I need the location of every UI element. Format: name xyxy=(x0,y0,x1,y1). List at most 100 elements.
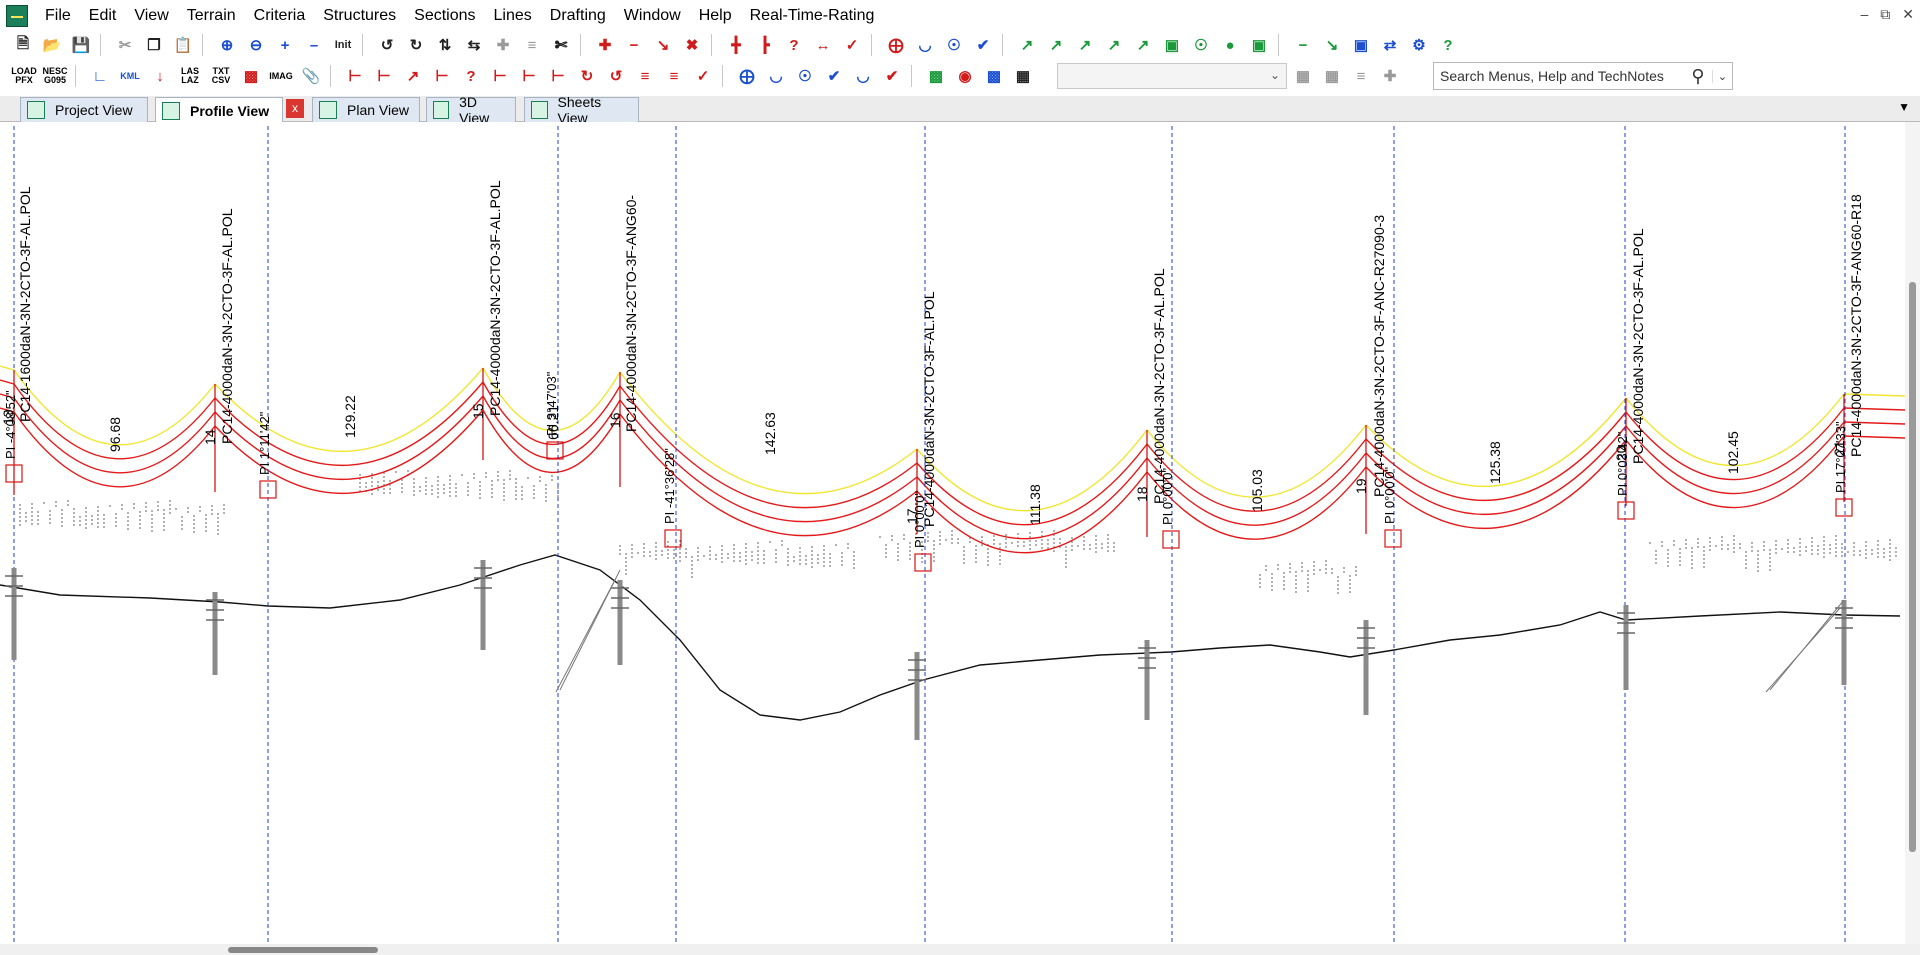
clearance-auto-icon[interactable]: ◡ xyxy=(850,63,876,89)
tab-3d-view[interactable]: 3D View xyxy=(426,94,516,126)
sag-edit-icon[interactable]: ◡ xyxy=(912,32,938,58)
wire-structure-icon[interactable]: ▣ xyxy=(1246,32,1272,58)
structure-check-icon[interactable]: ✓ xyxy=(839,32,865,58)
axes-icon[interactable]: ∟ xyxy=(87,63,113,89)
zoom-init-button[interactable]: Init xyxy=(330,32,356,58)
las-laz-button[interactable]: LAS LAZ xyxy=(176,63,204,89)
txt-csv-button[interactable]: TXT CSV xyxy=(207,63,235,89)
str-connect-icon[interactable]: ≡ xyxy=(661,63,687,89)
grid-disabled-icon[interactable]: ▦ xyxy=(1290,63,1316,89)
nesc-g095-button[interactable]: NESC G095 xyxy=(41,63,69,89)
structure-move-icon[interactable]: ↔ xyxy=(810,32,836,58)
search-input[interactable]: Search Menus, Help and TechNotes xyxy=(1434,68,1684,84)
load-pfx-button[interactable]: LOAD PFX xyxy=(10,63,38,89)
restore-icon[interactable]: ⧉ xyxy=(1880,6,1890,23)
zoom-minus-icon[interactable]: – xyxy=(301,32,327,58)
menu-drafting[interactable]: Drafting xyxy=(541,0,615,32)
horizontal-scrollbar[interactable] xyxy=(0,944,1920,955)
profile-view-canvas[interactable]: 13 PC14-1600daN-3N-2CTO-3F-AL.POLPI -4°08… xyxy=(0,122,1920,944)
wire-tree-icon[interactable]: ▣ xyxy=(1159,32,1185,58)
xyz-disabled-icon[interactable]: ≡ xyxy=(1348,63,1374,89)
pi-add-icon[interactable]: ✚ xyxy=(592,32,618,58)
tab-overflow-icon[interactable]: ▼ xyxy=(1898,100,1910,114)
horizontal-scrollbar-thumb[interactable] xyxy=(228,947,378,953)
search-box[interactable]: Search Menus, Help and TechNotes ⚲ ⌄ xyxy=(1433,62,1733,90)
close-icon[interactable]: ✕ xyxy=(1902,6,1914,23)
clearance-query-icon[interactable]: ☉ xyxy=(792,63,818,89)
tab-plan-view[interactable]: Plan View xyxy=(312,97,420,122)
new-file-icon[interactable]: 🗎 xyxy=(10,32,36,58)
std-disabled-icon[interactable]: ≡ xyxy=(519,32,545,58)
structure-query-icon[interactable]: ? xyxy=(781,32,807,58)
str-target-icon[interactable]: ⊢ xyxy=(516,63,542,89)
attach-box-icon[interactable]: ▣ xyxy=(1348,32,1374,58)
zoom-out-icon[interactable]: ⊖ xyxy=(243,32,269,58)
attach-swap-icon[interactable]: ⇄ xyxy=(1377,32,1403,58)
zoom-plus-icon[interactable]: + xyxy=(272,32,298,58)
wire-edit-icon[interactable]: ↗ xyxy=(1072,32,1098,58)
save-icon[interactable]: 💾 xyxy=(68,32,94,58)
vertical-scrollbar[interactable] xyxy=(1905,122,1920,944)
str-minus-icon[interactable]: ⊢ xyxy=(429,63,455,89)
pi-remove-icon[interactable]: − xyxy=(621,32,647,58)
menu-view[interactable]: View xyxy=(125,0,177,32)
sag-query-icon[interactable]: ☉ xyxy=(941,32,967,58)
str-check-icon[interactable]: ✓ xyxy=(690,63,716,89)
cut-icon[interactable]: ✂ xyxy=(112,32,138,58)
image-button[interactable]: IMAG xyxy=(267,63,295,89)
tab-profile-view[interactable]: Profile View xyxy=(155,97,283,123)
tab-project-view[interactable]: Project View xyxy=(20,97,148,122)
search-icon[interactable]: ⚲ xyxy=(1684,66,1712,87)
table-disabled-icon[interactable]: ▦ xyxy=(1319,63,1345,89)
clearance-verify-icon[interactable]: ✔ xyxy=(879,63,905,89)
wire-ro-icon[interactable]: ☉ xyxy=(1188,32,1214,58)
pan-up-icon[interactable]: ⇅ xyxy=(432,32,458,58)
pan-right-icon[interactable]: ↻ xyxy=(403,32,429,58)
xyz-import-icon[interactable]: ↓ xyxy=(147,63,173,89)
attach-gear-icon[interactable]: ⚙ xyxy=(1406,32,1432,58)
menu-sections[interactable]: Sections xyxy=(405,0,484,32)
attach-a-icon[interactable]: − xyxy=(1290,32,1316,58)
zoom-in-icon[interactable]: ⊕ xyxy=(214,32,240,58)
report-table-icon[interactable]: ▦ xyxy=(1010,63,1036,89)
paste-icon[interactable]: 📋 xyxy=(170,32,196,58)
str-reset-icon[interactable]: ↺ xyxy=(603,63,629,89)
search-dropdown-icon[interactable]: ⌄ xyxy=(1712,69,1732,83)
wire-query-icon[interactable]: ↗ xyxy=(1101,32,1127,58)
structure-add-icon[interactable]: ╋ xyxy=(723,32,749,58)
minimize-icon[interactable]: – xyxy=(1860,6,1868,23)
attach-arrow-icon[interactable]: ↘ xyxy=(1319,32,1345,58)
menu-help[interactable]: Help xyxy=(690,0,741,32)
clearance-add-icon[interactable]: ⨁ xyxy=(734,63,760,89)
menu-window[interactable]: Window xyxy=(615,0,690,32)
menu-real-time-rating[interactable]: Real-Time-Rating xyxy=(741,0,884,32)
scissors-icon[interactable]: ✄ xyxy=(548,32,574,58)
menu-edit[interactable]: Edit xyxy=(80,0,126,32)
pan-down-icon[interactable]: ⇆ xyxy=(461,32,487,58)
structure-edit-icon[interactable]: ┣ xyxy=(752,32,778,58)
open-folder-icon[interactable]: 📂 xyxy=(39,32,65,58)
vertical-scrollbar-thumb[interactable] xyxy=(1909,282,1916,852)
sag-add-icon[interactable]: ⨁ xyxy=(883,32,909,58)
str-query-icon[interactable]: ? xyxy=(458,63,484,89)
wire-move-icon[interactable]: ↗ xyxy=(1043,32,1069,58)
str-edit-icon[interactable]: ⊢ xyxy=(545,63,571,89)
pan-left-icon[interactable]: ↺ xyxy=(374,32,400,58)
tab-sheets-view[interactable]: Sheets View xyxy=(524,94,639,126)
sag-check-icon[interactable]: ✔ xyxy=(970,32,996,58)
wire-check-icon[interactable]: ↗ xyxy=(1130,32,1156,58)
menu-terrain[interactable]: Terrain xyxy=(178,0,245,32)
pan-disabled-icon[interactable]: ✚ xyxy=(490,32,516,58)
pi-delete-icon[interactable]: ✖ xyxy=(679,32,705,58)
map-icon[interactable]: ▩ xyxy=(238,63,264,89)
attachment-icon[interactable]: 📎 xyxy=(298,63,324,89)
menu-lines[interactable]: Lines xyxy=(485,0,541,32)
copy-icon[interactable]: ❐ xyxy=(141,32,167,58)
str-shift-icon[interactable]: ⊢ xyxy=(487,63,513,89)
pi-move-icon[interactable]: ↘ xyxy=(650,32,676,58)
report-map-icon[interactable]: ▩ xyxy=(981,63,1007,89)
report-target-icon[interactable]: ◉ xyxy=(952,63,978,89)
menu-file[interactable]: File xyxy=(36,0,80,32)
kml-button[interactable]: KML xyxy=(116,63,144,89)
menu-criteria[interactable]: Criteria xyxy=(245,0,315,32)
